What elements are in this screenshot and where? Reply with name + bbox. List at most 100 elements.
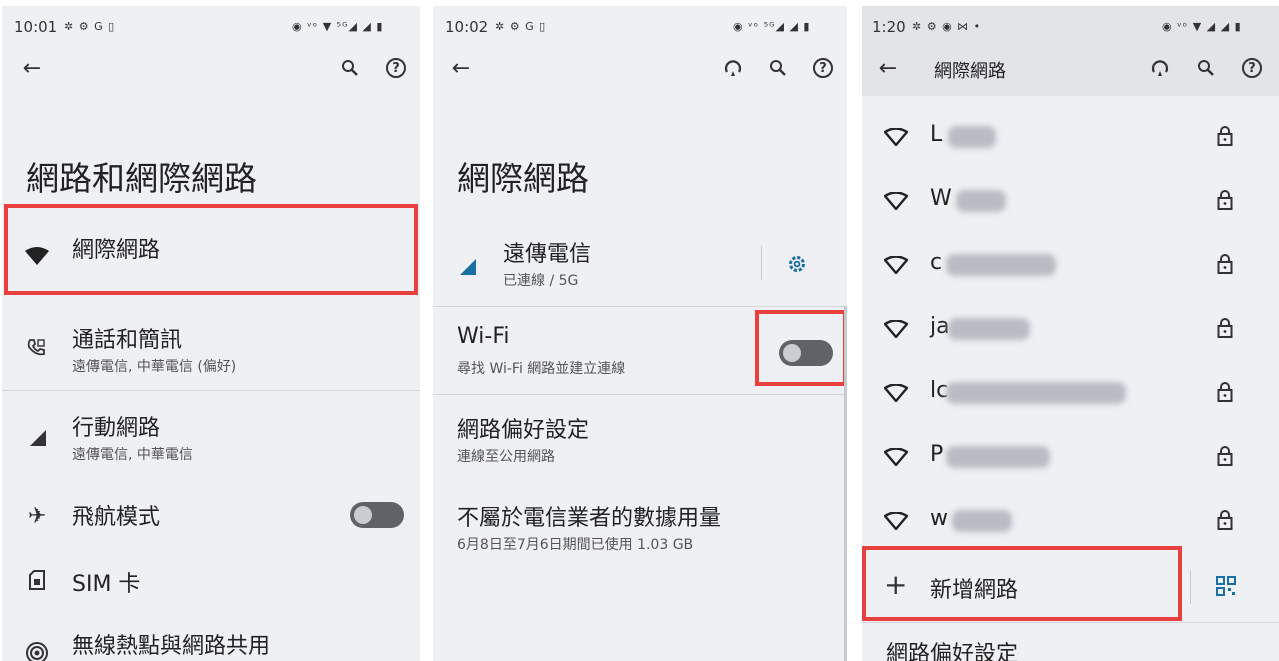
back-arrow-icon[interactable]: ← (876, 56, 900, 81)
menu-item-hotspot[interactable]: 無線熱點與網路共用 (2, 618, 420, 661)
toggle-knob (354, 506, 372, 524)
redacted-ssid (956, 190, 1006, 212)
wifi-network-item[interactable]: w (862, 490, 1279, 554)
status-system-icons: ◉ ᵛᵒ ⁵ᴳ◢ ◢ ▮ (733, 20, 811, 33)
wifi-network-item[interactable]: lc (862, 362, 1279, 426)
back-arrow-icon[interactable]: ← (20, 56, 44, 81)
wifi-signal-icon (884, 192, 908, 210)
data-usage-summary: 6月8日至7月6日期間已使用 1.03 GB (457, 537, 694, 553)
wifi-signal-icon (884, 256, 908, 274)
vertical-divider (761, 246, 762, 280)
help-icon[interactable]: ? (813, 58, 833, 78)
status-system-icons: ◉ ᵛᵒ ▼ ⁵ᴳ◢ ◢ ▮ (292, 20, 384, 33)
wifi-network-item[interactable]: P (862, 426, 1279, 490)
lock-icon (1217, 382, 1233, 406)
menu-item-label: 通話和簡訊 (72, 328, 183, 353)
status-time: 10:02 (445, 18, 489, 36)
redacted-ssid (946, 382, 1126, 404)
reset-network-icon[interactable] (1148, 56, 1172, 80)
signal-icon (28, 428, 48, 448)
search-icon[interactable] (1194, 56, 1218, 80)
screen-wifi-list: 1:20 ✲ ⚙ ◉ ⋈ • ◉ ᵛᵒ ▼ ◢ ◢ ▮ ← 網際網路 ? L W… (862, 6, 1279, 661)
divider (433, 394, 847, 395)
signal-icon (459, 258, 477, 276)
wifi-signal-icon (884, 320, 908, 338)
lock-icon (1217, 510, 1233, 534)
wifi-ssid: L (930, 122, 943, 147)
qr-code-scan-icon[interactable] (1216, 576, 1236, 596)
highlight-box (755, 310, 847, 386)
carrier-status: 已連線 / 5G (503, 273, 579, 289)
status-notification-icons: ✲ ⚙ G ▯ (495, 20, 547, 33)
header-title: 網際網路 (934, 61, 1006, 82)
status-notification-icons: ✲ ⚙ ◉ ⋈ • (912, 20, 982, 33)
lock-icon (1217, 318, 1233, 342)
menu-item-label: 行動網路 (72, 416, 161, 441)
menu-item-sim[interactable]: SIM 卡 (2, 552, 420, 608)
sim-card-icon (29, 570, 45, 590)
help-icon[interactable]: ? (386, 58, 406, 78)
lock-icon (1217, 126, 1233, 150)
airplane-mode-toggle[interactable] (350, 502, 404, 528)
page-title: 網路和網際網路 (26, 159, 257, 198)
lock-icon (1217, 254, 1233, 278)
status-notification-icons: ✲ ⚙ G ▯ (64, 20, 116, 33)
menu-item-summary: 遠傳電信, 中華電信 (72, 447, 193, 463)
divider (2, 390, 420, 391)
network-preferences-label[interactable]: 網路偏好設定 (886, 636, 1018, 661)
wifi-ssid: c (930, 250, 943, 275)
vertical-divider (1190, 570, 1191, 604)
menu-item-label: 飛航模式 (72, 505, 161, 530)
wifi-network-item[interactable]: c (862, 234, 1279, 298)
wifi-ssid: w (930, 506, 948, 531)
screen-internet: 10:02 ✲ ⚙ G ▯ ◉ ᵛᵒ ⁵ᴳ◢ ◢ ▮ ← ? 網際網路 遠傳電信… (433, 6, 847, 661)
divider (862, 622, 1279, 623)
search-icon[interactable] (766, 56, 790, 80)
wifi-network-item[interactable]: W (862, 170, 1279, 234)
wifi-ssid: P (930, 442, 944, 467)
lock-icon (1217, 190, 1233, 214)
back-arrow-icon[interactable]: ← (449, 56, 473, 81)
divider (433, 306, 847, 307)
wifi-network-item[interactable]: ja (862, 298, 1279, 362)
non-carrier-data-usage-row[interactable]: 不屬於電信業者的數據用量 6月8日至7月6日期間已使用 1.03 GB (433, 492, 847, 568)
carrier-row[interactable]: 遠傳電信 已連線 / 5G (433, 228, 847, 304)
wifi-signal-icon (884, 384, 908, 402)
redacted-ssid (946, 446, 1050, 468)
wifi-signal-icon (884, 128, 908, 146)
menu-item-label: SIM 卡 (72, 572, 141, 597)
wifi-summary: 尋找 Wi-Fi 網路並建立連線 (457, 361, 626, 377)
menu-item-airplane-mode[interactable]: ✈ 飛航模式 (2, 486, 420, 546)
menu-item-mobile-network[interactable]: 行動網路 遠傳電信, 中華電信 (2, 400, 420, 476)
wifi-network-item[interactable]: L (862, 106, 1279, 170)
highlight-box (862, 546, 1182, 621)
wifi-label: Wi-Fi (457, 324, 510, 349)
wifi-signal-icon (884, 448, 908, 466)
data-usage-label: 不屬於電信業者的數據用量 (457, 506, 722, 531)
help-icon[interactable]: ? (1242, 58, 1262, 78)
airplane-icon: ✈ (28, 504, 47, 529)
scrollbar[interactable] (844, 306, 847, 661)
menu-item-label: 無線熱點與網路共用 (72, 634, 271, 659)
status-system-icons: ◉ ᵛᵒ ▼ ◢ ◢ ▮ (1162, 20, 1242, 33)
carrier-name: 遠傳電信 (503, 242, 592, 267)
search-icon[interactable] (338, 56, 362, 80)
redacted-ssid (952, 510, 1012, 532)
settings-gear-icon[interactable] (787, 254, 807, 274)
status-time: 1:20 (872, 18, 906, 36)
network-preferences-summary: 連線至公用網路 (457, 449, 555, 465)
network-preferences-row[interactable]: 網路偏好設定 連線至公用網路 (433, 404, 847, 480)
wifi-signal-icon (884, 512, 908, 530)
screen-network-internet: 10:01 ✲ ⚙ G ▯ ◉ ᵛᵒ ▼ ⁵ᴳ◢ ◢ ▮ ← ? 網路和網際網路… (2, 6, 420, 661)
hotspot-icon (26, 642, 48, 661)
reset-network-icon[interactable] (721, 56, 745, 80)
wifi-ssid: W (930, 186, 952, 211)
page-title: 網際網路 (457, 159, 589, 198)
menu-item-summary: 遠傳電信, 中華電信 (偏好) (72, 359, 237, 375)
redacted-ssid (946, 254, 1056, 276)
menu-item-calls-sms[interactable]: 通話和簡訊 遠傳電信, 中華電信 (偏好) (2, 312, 420, 388)
redacted-ssid (948, 318, 1030, 340)
lock-icon (1217, 446, 1233, 470)
status-time: 10:01 (14, 18, 58, 36)
wifi-ssid: ja (930, 314, 950, 339)
